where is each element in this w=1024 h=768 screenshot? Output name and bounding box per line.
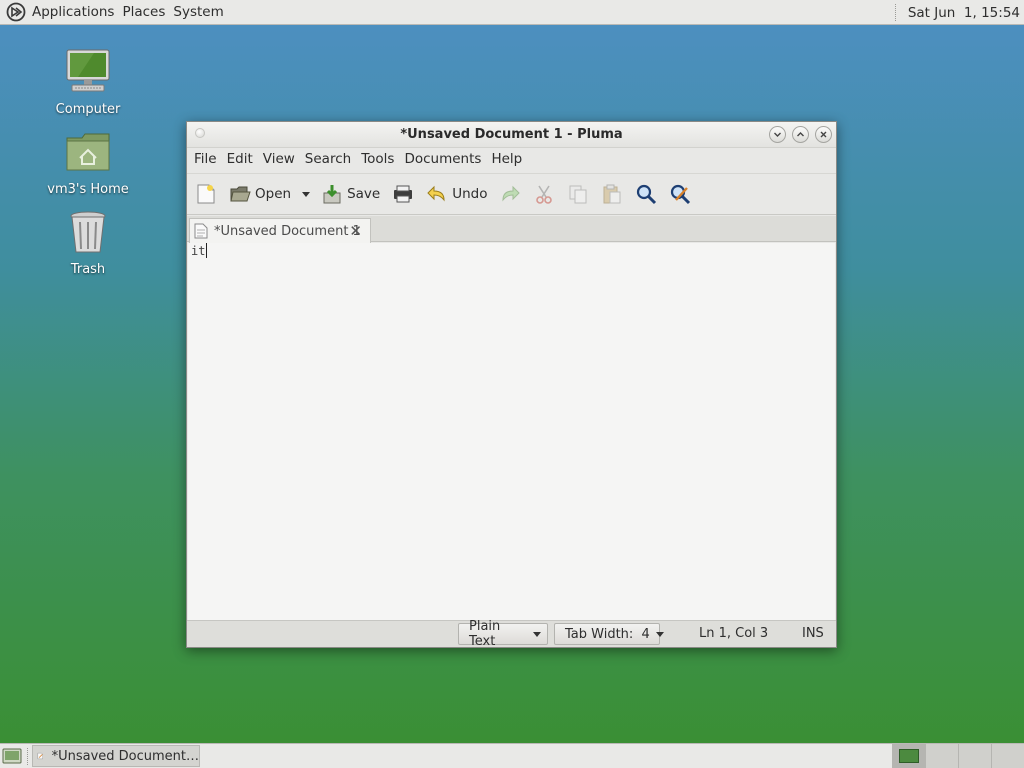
desktop-icon-trash[interactable]: Trash: [38, 208, 138, 278]
print-button[interactable]: [386, 177, 420, 211]
close-button[interactable]: [815, 126, 832, 143]
save-icon: [323, 185, 341, 204]
desktop-icon-label: Trash: [70, 262, 106, 277]
workspace-window-preview: [899, 749, 919, 763]
text-editor-icon: [37, 752, 43, 760]
home-folder-icon: [66, 133, 110, 171]
copy-button[interactable]: [561, 177, 595, 211]
maximize-button[interactable]: [792, 126, 809, 143]
menu-help[interactable]: Help: [486, 148, 527, 170]
cut-button[interactable]: [527, 177, 561, 211]
desktop-icon-label: vm3's Home: [47, 182, 129, 197]
bottom-panel: *Unsaved Document…: [0, 743, 1024, 768]
open-button[interactable]: Open: [223, 177, 297, 211]
menu-tools[interactable]: Tools: [356, 148, 399, 170]
open-folder-icon: [230, 186, 251, 202]
trash-icon: [70, 211, 106, 253]
minimize-button[interactable]: [769, 126, 786, 143]
workspace-3[interactable]: [958, 744, 991, 768]
find-replace-button[interactable]: [663, 177, 697, 211]
save-button[interactable]: Save: [315, 177, 386, 211]
window-title: *Unsaved Document 1 - Pluma: [400, 127, 623, 142]
open-label: Open: [255, 186, 292, 202]
show-desktop-icon[interactable]: [2, 747, 22, 765]
panel-separator: [27, 748, 30, 765]
save-label: Save: [347, 186, 381, 202]
chevron-down-icon: [302, 192, 311, 197]
cursor-position: Ln 1, Col 3: [699, 626, 769, 641]
find-replace-icon: [671, 184, 691, 205]
document-tabbar: *Unsaved Document 1 ✕: [187, 216, 836, 243]
language-label: Plain Text: [469, 619, 501, 649]
statusbar: Plain Text Tab Width: 4 Ln 1, Col 3 INS: [187, 619, 836, 649]
find-button[interactable]: [629, 177, 663, 211]
desktop-icon-computer[interactable]: Computer: [38, 48, 138, 118]
window-titlebar[interactable]: *Unsaved Document 1 - Pluma: [187, 122, 836, 148]
new-document-button[interactable]: [187, 177, 223, 211]
copy-icon: [569, 185, 587, 204]
desktop-icon-label: Computer: [55, 102, 121, 117]
tab-close-icon[interactable]: ✕: [349, 223, 362, 239]
taskbar-item-pluma[interactable]: *Unsaved Document…: [32, 745, 200, 767]
workspace-4[interactable]: [991, 744, 1024, 768]
menu-file[interactable]: File: [189, 148, 222, 170]
places-menu[interactable]: Places: [118, 0, 169, 25]
new-document-icon: [197, 184, 215, 204]
chevron-down-icon: [655, 631, 664, 637]
panel-menu-bar: Applications Places System: [0, 0, 228, 25]
editor-text: it: [191, 244, 206, 258]
chevron-down-icon: [774, 132, 781, 137]
clock[interactable]: Sat Jun 1, 15:54: [908, 5, 1024, 21]
text-document-icon: [194, 223, 208, 239]
print-icon: [394, 185, 413, 203]
mate-logo-icon[interactable]: [6, 2, 26, 22]
tab-unsaved-document-1[interactable]: *Unsaved Document 1 ✕: [189, 218, 371, 243]
text-editor-area[interactable]: it: [188, 243, 835, 620]
tab-width-label: Tab Width: 4: [565, 626, 650, 642]
workspace-2[interactable]: [925, 744, 958, 768]
editor-content: it: [191, 243, 208, 258]
taskbar-item-label: *Unsaved Document…: [51, 748, 199, 764]
top-panel: Applications Places System Sat Jun 1, 15…: [0, 0, 1024, 25]
search-icon: [637, 184, 657, 205]
menu-documents[interactable]: Documents: [399, 148, 486, 170]
window-menu-icon[interactable]: [195, 128, 205, 138]
toolbar: Open Save Undo: [187, 173, 836, 215]
tab-width-selector[interactable]: Tab Width: 4: [554, 623, 664, 645]
applications-menu[interactable]: Applications: [28, 0, 118, 25]
menu-bar: File Edit View Search Tools Documents He…: [187, 148, 527, 170]
chevron-down-icon: [533, 631, 541, 637]
desktop-icon-home[interactable]: vm3's Home: [38, 128, 138, 198]
menu-view[interactable]: View: [258, 148, 300, 170]
system-menu[interactable]: System: [169, 0, 227, 25]
menu-search[interactable]: Search: [300, 148, 356, 170]
menu-edit[interactable]: Edit: [222, 148, 258, 170]
scissors-icon: [536, 185, 553, 204]
pluma-window: *Unsaved Document 1 - Pluma File Edit Vi…: [186, 121, 837, 649]
text-cursor: [206, 243, 208, 258]
undo-button[interactable]: Undo: [420, 177, 493, 211]
open-recent-dropdown[interactable]: [297, 177, 315, 211]
clock-area: Sat Jun 1, 15:54: [894, 0, 1024, 25]
undo-icon: [427, 185, 445, 202]
redo-button[interactable]: [493, 177, 527, 211]
paste-icon: [603, 184, 621, 204]
chevron-up-icon: [797, 132, 804, 137]
tab-label: *Unsaved Document 1: [214, 223, 361, 239]
undo-label: Undo: [452, 186, 488, 202]
language-selector[interactable]: Plain Text: [458, 619, 548, 649]
panel-separator: [894, 4, 898, 21]
computer-icon: [66, 49, 110, 92]
close-icon: [820, 131, 827, 138]
workspace-switcher: [892, 744, 1024, 768]
insert-mode: INS: [802, 626, 824, 641]
paste-button[interactable]: [595, 177, 629, 211]
workspace-1[interactable]: [892, 744, 925, 768]
redo-icon: [502, 185, 521, 202]
